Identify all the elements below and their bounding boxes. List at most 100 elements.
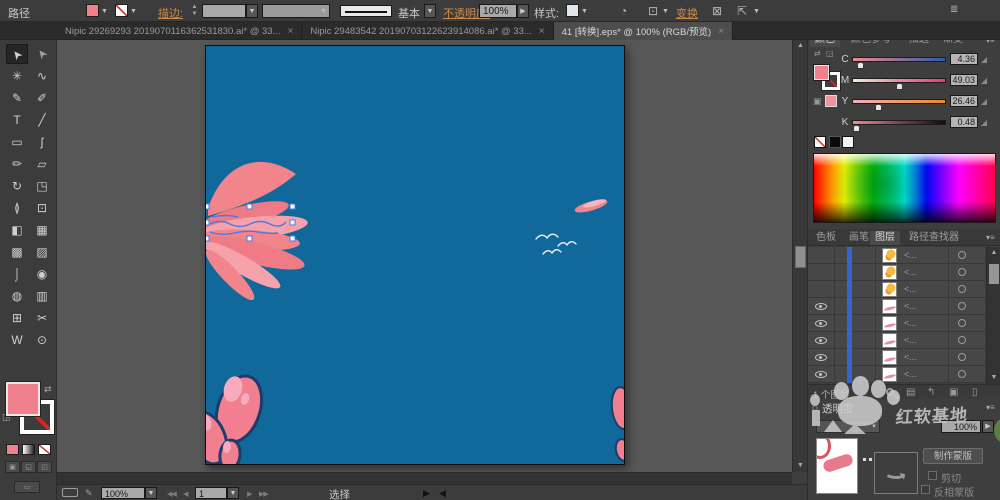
opacity-dropdown-icon[interactable]: ▶ [517, 4, 529, 18]
stroke-weight-field[interactable] [202, 4, 246, 18]
channel-c-handle[interactable] [857, 62, 864, 69]
mini-default-icon[interactable]: ◲ [826, 49, 834, 58]
layer-thumbnail[interactable] [882, 333, 897, 348]
out-of-gamut-swatch[interactable] [825, 95, 837, 107]
target-circle-icon[interactable] [958, 319, 966, 327]
blend-tool[interactable]: ◉ [31, 264, 53, 284]
target-circle-icon[interactable] [958, 251, 966, 259]
layer-thumbnail[interactable] [882, 316, 897, 331]
out-of-gamut-cube-icon[interactable]: ▣ [813, 96, 822, 107]
white-swatch[interactable] [842, 136, 854, 148]
layer-row[interactable]: <... [808, 298, 985, 315]
document-tab-2[interactable]: Nipic 29483542 20190703122623914086.ai* … [302, 22, 554, 40]
layer-thumbnail[interactable] [882, 265, 897, 280]
target-circle-icon[interactable] [958, 353, 966, 361]
tab-layers[interactable]: 图层 [870, 231, 900, 245]
vertical-scrollbar-thumb[interactable] [795, 246, 806, 268]
first-artboard-icon[interactable]: ◀◀ [167, 490, 177, 498]
stroke-weight-link[interactable]: 描边: [158, 5, 183, 21]
preferences-icon[interactable]: ⊡ [648, 4, 658, 18]
transparency-opacity-dropdown-icon[interactable]: ▶ [982, 420, 994, 433]
close-icon[interactable]: × [539, 26, 545, 37]
zoom-tool[interactable]: ⊙ [31, 330, 53, 350]
next-artboard-icon[interactable]: ▶ [247, 490, 252, 498]
canvas-area[interactable] [57, 40, 792, 472]
curvature-tool[interactable]: ✐ [31, 88, 53, 108]
layer-row[interactable]: <... [808, 349, 985, 366]
gradient-tool[interactable]: ▨ [31, 242, 53, 262]
artboard-tool[interactable]: ⊞ [6, 308, 28, 328]
fill-color-swatch[interactable] [86, 4, 99, 17]
layer-name[interactable]: <... [904, 369, 917, 379]
eyedropper-tool[interactable]: ⌡ [6, 264, 28, 284]
layer-name[interactable]: <... [904, 301, 917, 311]
draw-behind-button[interactable]: ◱ [21, 461, 36, 473]
mask-placeholder-box[interactable] [874, 452, 918, 494]
visibility-eye-icon[interactable] [815, 337, 827, 344]
stroke-color-swatch[interactable] [115, 4, 128, 17]
layer-name[interactable]: <... [904, 352, 917, 362]
close-icon[interactable]: × [287, 26, 293, 37]
control-panel-menu-icon[interactable]: ≣ [950, 4, 958, 15]
opacity-field[interactable]: 100% [479, 4, 517, 18]
zoom-dropdown-icon[interactable]: ▼ [145, 487, 157, 499]
variable-width-dropdown-icon[interactable]: ▼ [320, 8, 327, 15]
channel-y-value[interactable]: 26.46 [950, 95, 978, 107]
none-mode-button[interactable] [38, 444, 51, 455]
layer-thumbnail[interactable] [882, 248, 897, 263]
brush-preset-label[interactable]: 基本 [398, 5, 420, 21]
direct-selection-tool[interactable]: ➤ [31, 44, 53, 64]
scroll-up-icon[interactable]: ▲ [987, 247, 1000, 259]
document-tab-3-active[interactable]: 41 [转换].eps* @ 100% (RGB/预览) × [553, 22, 734, 40]
channel-m-slider[interactable] [852, 78, 946, 83]
scroll-down-icon[interactable]: ▼ [987, 372, 1000, 384]
stroke-dropdown-icon[interactable]: ▼ [130, 8, 137, 15]
symbol-sprayer-tool[interactable]: ◍ [6, 286, 28, 306]
shape-builder-tool[interactable]: ◧ [6, 220, 28, 240]
mini-swap-icon[interactable]: ⇄ [814, 49, 821, 58]
rotate-tool[interactable]: ↻ [6, 176, 28, 196]
target-circle-icon[interactable] [958, 268, 966, 276]
object-thumbnail[interactable] [816, 438, 858, 494]
pencil-tool[interactable]: ✏ [6, 154, 28, 174]
close-icon[interactable]: × [718, 26, 724, 37]
document-setup-icon[interactable]: ◔ [620, 4, 627, 18]
channel-m-value[interactable]: 49.03 [950, 74, 978, 86]
magic-wand-tool[interactable]: ✳ [6, 66, 28, 86]
new-sublayer-icon[interactable]: ↰ [927, 387, 935, 398]
stroke-weight-stepper[interactable]: ▲ ▼ [190, 4, 199, 18]
gradient-mode-button[interactable] [22, 444, 35, 455]
channel-k-handle[interactable] [853, 125, 860, 132]
swap-fill-stroke-icon[interactable]: ⇄ [44, 384, 52, 395]
target-circle-icon[interactable] [958, 285, 966, 293]
paintbrush-tool[interactable]: ʃ [31, 132, 53, 152]
layer-row[interactable]: <... [808, 366, 985, 383]
layer-row[interactable]: <... [808, 332, 985, 349]
width-tool[interactable]: ≬ [6, 198, 28, 218]
align-icon[interactable]: ⊠ [712, 4, 722, 18]
make-mask-button[interactable]: 制作蒙版 [923, 448, 983, 464]
blend-mode-select[interactable]: ▼ [816, 420, 880, 433]
fill-dropdown-icon[interactable]: ▼ [101, 8, 108, 15]
layer-thumbnail[interactable] [882, 367, 897, 382]
layer-name[interactable]: <... [904, 284, 917, 294]
lasso-tool[interactable]: ∿ [31, 66, 53, 86]
layers-panel-menu-icon[interactable]: ▾≡ [986, 233, 995, 242]
visibility-eye-icon[interactable] [815, 371, 827, 378]
make-clipping-mask-icon[interactable]: ▤ [906, 387, 915, 398]
layer-name[interactable]: <... [904, 318, 917, 328]
select-similar-icon[interactable]: ⇱ [737, 4, 747, 18]
panel-collapse-arrow-icon[interactable]: ◇ [812, 403, 818, 412]
panel-fill-swatch[interactable] [813, 64, 830, 81]
layer-name[interactable]: <... [904, 267, 917, 277]
brush-dropdown-icon[interactable]: ▼ [424, 4, 436, 18]
channel-m-handle[interactable] [896, 83, 903, 90]
prev-artboard-icon[interactable]: ◀ [183, 490, 188, 498]
layer-name[interactable]: <... [904, 335, 917, 345]
mesh-tool[interactable]: ▩ [6, 242, 28, 262]
eraser-tool[interactable]: ▱ [31, 154, 53, 174]
color-spectrum[interactable] [813, 153, 996, 223]
channel-y-slider[interactable] [852, 99, 946, 104]
rectangle-tool[interactable]: ▭ [6, 132, 28, 152]
stroke-weight-dropdown-icon[interactable]: ▼ [246, 4, 258, 18]
